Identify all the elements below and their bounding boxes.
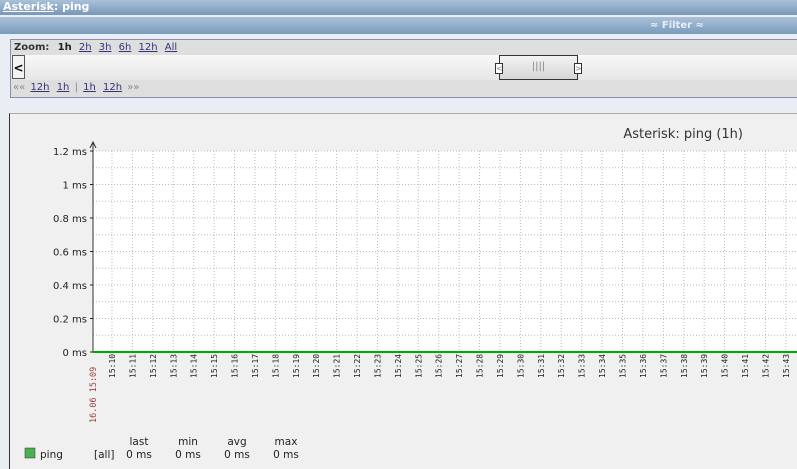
legend-header-last: last <box>130 436 149 448</box>
x-tick-label: 15:11 <box>128 354 137 378</box>
x-tick-label: 15:12 <box>149 354 158 378</box>
filter-toggle[interactable]: ≈ Filter ≈ <box>650 17 704 34</box>
legend-value-min: 0 ms <box>175 449 201 461</box>
x-tick-label: 15:30 <box>516 354 525 378</box>
legend-value-last: 0 ms <box>126 449 152 461</box>
resize-right-handle[interactable]: > <box>574 63 582 74</box>
x-tick-label: 15:14 <box>190 354 199 378</box>
x-tick-label: 15:18 <box>271 354 280 378</box>
legend-header-min: min <box>178 436 198 448</box>
x-tick-label: 15:40 <box>721 354 730 378</box>
x-tick-label: 15:21 <box>333 354 342 378</box>
x-tick-label: 15:24 <box>394 354 403 378</box>
x-tick-label: 15:19 <box>292 354 301 378</box>
x-tick-label: 15:41 <box>741 354 750 378</box>
zoom-1h[interactable]: 1h <box>58 42 72 53</box>
fwd-12h[interactable]: 12h <box>103 82 122 93</box>
legend-scope: [all] <box>94 449 114 461</box>
x-tick-label: 15:27 <box>455 354 464 378</box>
y-tick-label: 0.4 ms <box>53 281 87 292</box>
x-tick-label: 15:37 <box>659 354 668 378</box>
x-tick-label: 15:36 <box>639 354 648 378</box>
x-tick-label: 15:15 <box>210 354 219 378</box>
legend-header-avg: avg <box>227 436 246 448</box>
resize-left-handle[interactable]: < <box>495 63 503 74</box>
legend-value-avg: 0 ms <box>224 449 250 461</box>
x-tick-label: 15:39 <box>700 354 709 378</box>
host-link[interactable]: Asterisk <box>3 0 54 13</box>
zoom-6h[interactable]: 6h <box>119 42 132 53</box>
x-tick-label: 15:20 <box>312 354 321 378</box>
zoom-2h[interactable]: 2h <box>79 42 92 53</box>
legend-header-max: max <box>275 436 298 448</box>
page-title: Asterisk: ping <box>0 0 797 15</box>
y-tick-label: 0.6 ms <box>53 248 87 259</box>
grip-icon: |||| <box>531 61 546 72</box>
graph-panel: 15:10 15:11 15:12 15:13 15:14 15:15 15:16 15:17… <box>9 113 797 469</box>
scroll-thumb[interactable]: < |||| > <box>495 55 582 80</box>
legend-swatch-ping <box>24 447 36 459</box>
zoom-label: Zoom: <box>14 42 50 53</box>
y-tick-label: 0 ms <box>63 348 88 359</box>
filter-bar: ≈ Filter ≈ <box>0 17 797 34</box>
x-tick-label: 15:13 <box>169 354 178 378</box>
chart-title: Asterisk: ping (1h) <box>623 127 743 142</box>
x-tick-label: 15:42 <box>761 354 770 378</box>
x-start-label: 16.06 15:09 <box>89 367 99 423</box>
x-tick-label: 15:43 <box>782 354 791 378</box>
y-tick-label: 1 ms <box>63 181 88 192</box>
x-tick-label: 15:17 <box>251 354 260 378</box>
legend-name-ping: ping <box>40 449 63 461</box>
zoom-3h[interactable]: 3h <box>99 42 112 53</box>
zoom-row: Zoom: 1h 2h 3h 6h 12h All <box>11 40 797 55</box>
time-scrollbar[interactable]: < < |||| > <box>11 55 797 80</box>
y-tick-label: 0.8 ms <box>53 214 87 225</box>
back-1h[interactable]: 1h <box>57 82 70 93</box>
zoom-panel: Zoom: 1h 2h 3h 6h 12h All < < |||| > «« … <box>10 39 797 98</box>
fwd-arrows: »» <box>127 82 140 93</box>
x-tick-label: 15:29 <box>496 354 505 378</box>
nav-separator: | <box>74 82 78 93</box>
x-tick-label: 15:28 <box>476 354 485 378</box>
period-nav: «« 12h 1h | 1h 12h »» <box>11 80 797 95</box>
x-tick-label: 15:33 <box>578 354 587 378</box>
x-tick-label: 15:22 <box>353 354 362 378</box>
x-tick-label: 15:32 <box>557 354 566 378</box>
title-text: : ping <box>53 0 90 13</box>
x-tick-label: 15:34 <box>598 354 607 378</box>
zoom-12h[interactable]: 12h <box>139 42 158 53</box>
x-tick-label: 15:16 <box>231 354 240 378</box>
legend-value-max: 0 ms <box>273 449 299 461</box>
y-tick-label: 1.2 ms <box>53 147 87 158</box>
x-tick-label: 15:35 <box>619 354 628 378</box>
ping-graph: 15:10 15:11 15:12 15:13 15:14 15:15 15:16 15:17… <box>24 127 797 461</box>
x-tick-label: 15:38 <box>680 354 689 378</box>
x-tick-label: 15:25 <box>414 354 423 378</box>
fwd-1h[interactable]: 1h <box>83 82 96 93</box>
scroll-left-button[interactable]: < <box>12 55 25 79</box>
x-tick-label: 15:10 <box>108 354 117 378</box>
x-tick-label: 15:26 <box>435 354 444 378</box>
back-12h[interactable]: 12h <box>30 82 49 93</box>
y-tick-label: 0.2 ms <box>53 315 87 326</box>
back-arrows: «« <box>13 82 26 93</box>
zoom-all[interactable]: All <box>165 42 177 53</box>
x-tick-label: 15:23 <box>373 354 382 378</box>
x-tick-label: 15:31 <box>537 354 546 378</box>
